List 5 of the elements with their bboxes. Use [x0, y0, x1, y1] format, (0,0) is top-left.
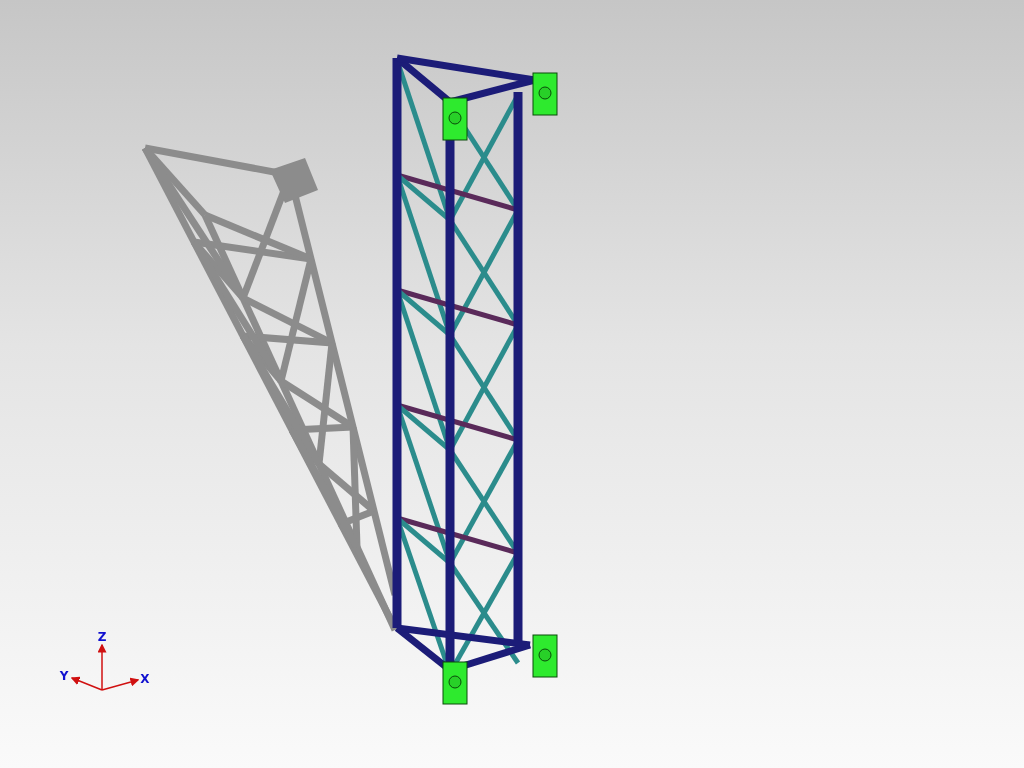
axis-label: Z	[97, 630, 107, 644]
axis-arrows-icon	[70, 643, 140, 691]
3d-viewport[interactable]: Z Y X	[0, 0, 1024, 768]
axis-label: X	[140, 672, 150, 686]
axis-label: Y	[59, 669, 69, 683]
